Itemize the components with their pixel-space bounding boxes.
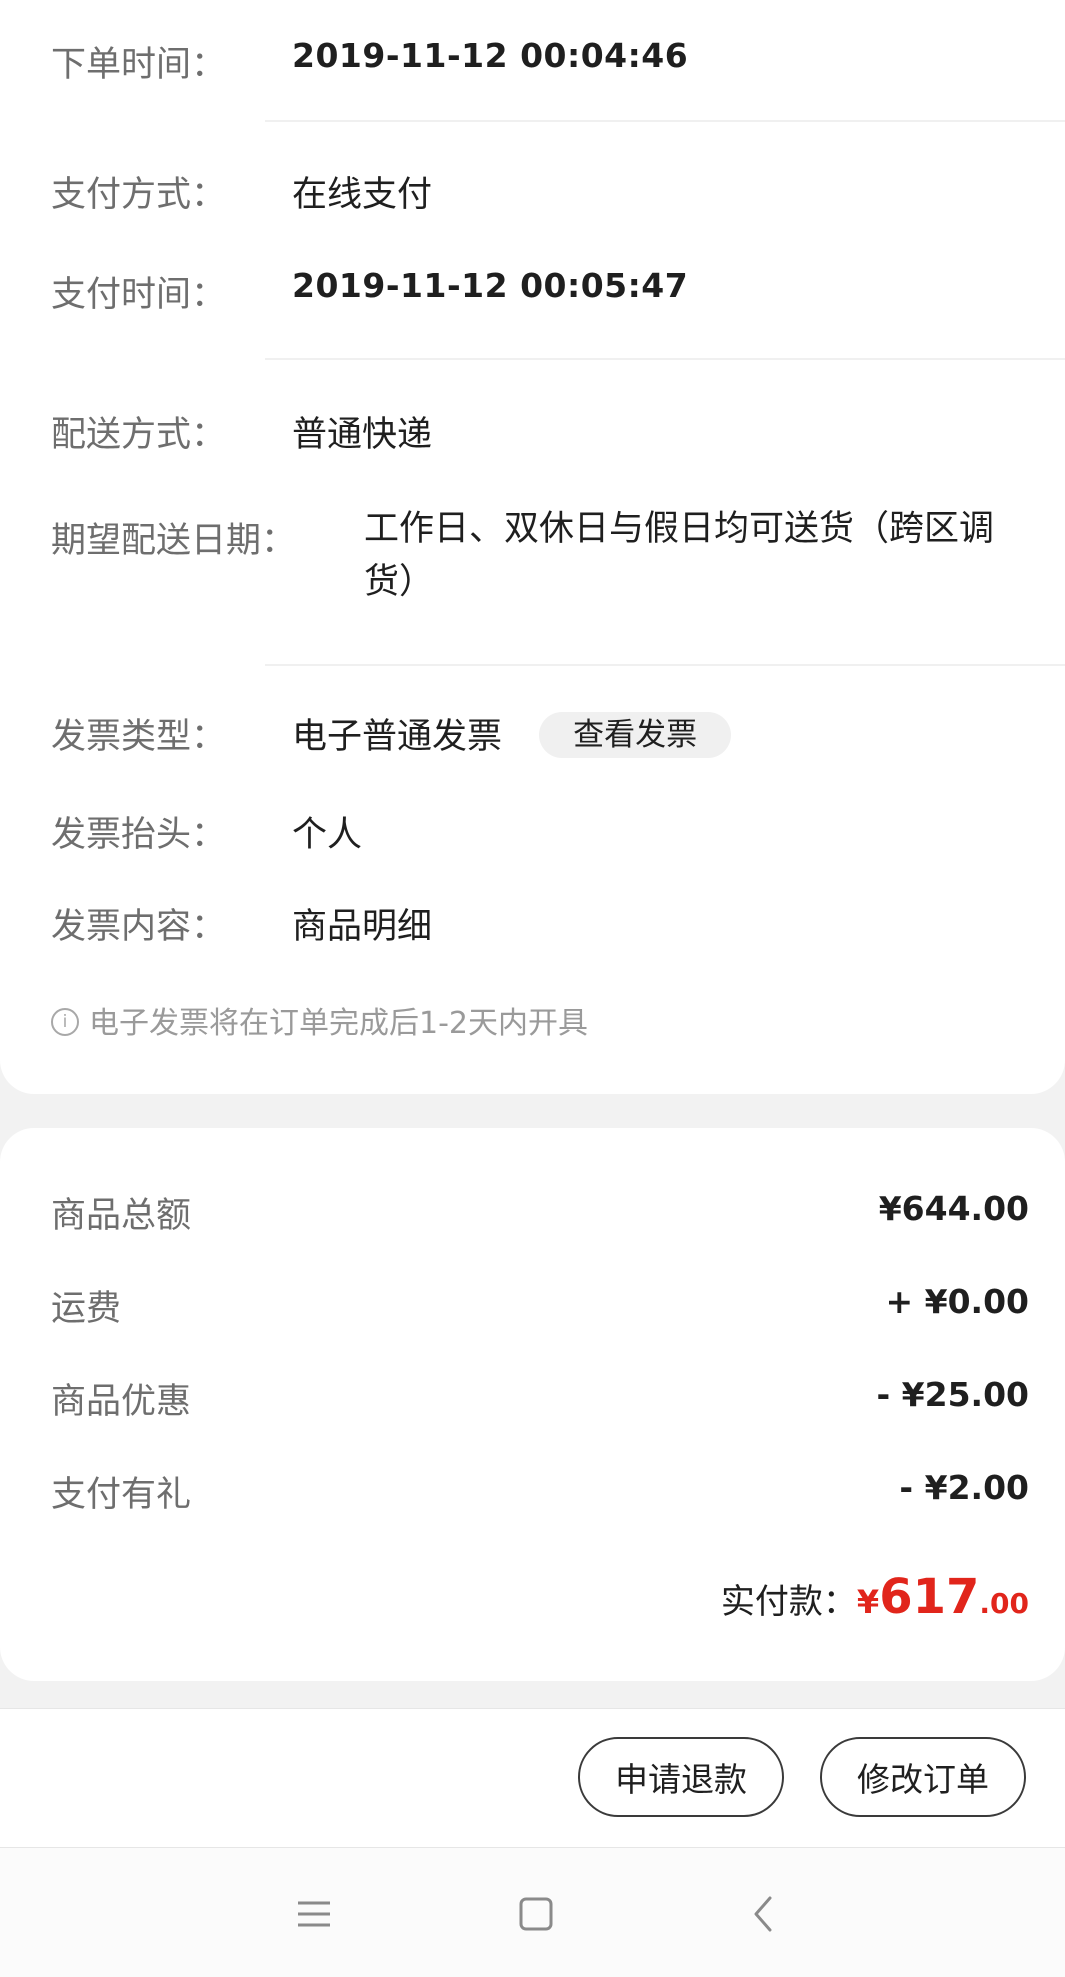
menu-icon[interactable] [288,1888,340,1940]
invoice-note: i 电子发票将在订单完成后1-2天内开具 [51,998,588,1042]
shipping-value: + ¥0.00 [885,1282,1029,1321]
discount-label: 商品优惠 [51,1382,192,1422]
system-navigation-bar [0,1848,1065,1977]
order-time-label: 下单时间： [51,45,227,85]
divider [265,664,1065,666]
expected-delivery-label: 期望配送日期： [51,521,297,561]
invoice-type-value-wrap: 电子普通发票 查看发票 [292,708,732,761]
back-icon[interactable] [738,1888,790,1940]
goods-total-value: ¥644.00 [878,1189,1029,1228]
invoice-content-value: 商品明细 [292,907,433,947]
paid-decimal: .00 [979,1587,1029,1620]
pay-method-label: 支付方式： [51,175,227,215]
invoice-title-label: 发票抬头： [51,815,227,855]
pay-gift-label: 支付有礼 [51,1475,192,1515]
info-icon: i [51,1007,79,1036]
invoice-title-value: 个人 [292,815,363,855]
paid-label: 实付款： [720,1582,857,1622]
expected-delivery-value: 工作日、双休日与假日均可送货（跨区调货） [364,509,995,602]
delivery-method-label: 配送方式： [51,415,227,455]
pay-time-label: 支付时间： [51,275,227,315]
divider [265,120,1065,122]
paid-total: 实付款：¥617.00 [721,1569,1029,1625]
paid-currency: ¥ [856,1583,880,1621]
discount-value: - ¥25.00 [876,1375,1029,1414]
invoice-type-label: 发票类型： [51,717,227,757]
order-action-bar: 申请退款 修改订单 [0,1708,1065,1848]
pay-time-value: 2019-11-12 00:05:47 [292,266,689,305]
pay-gift-value: - ¥2.00 [899,1468,1029,1507]
view-invoice-button[interactable]: 查看发票 [539,712,732,758]
apply-refund-button[interactable]: 申请退款 [578,1737,784,1817]
invoice-type-value: 电子普通发票 [292,717,503,757]
goods-total-label: 商品总额 [51,1196,192,1236]
invoice-note-text: 电子发票将在订单完成后1-2天内开具 [89,1006,588,1041]
home-icon[interactable] [510,1888,562,1940]
delivery-method-value: 普通快递 [292,415,433,455]
order-detail-page: 下单时间： 2019-11-12 00:04:46 支付方式： 在线支付 支付时… [0,0,1065,1977]
invoice-content-label: 发票内容： [51,907,227,947]
pay-method-value: 在线支付 [292,175,433,215]
divider [265,358,1065,360]
order-time-value: 2019-11-12 00:04:46 [292,36,689,75]
shipping-label: 运费 [51,1289,122,1329]
modify-order-button[interactable]: 修改订单 [820,1737,1026,1817]
paid-integer: 617 [879,1569,980,1625]
order-info-card: 下单时间： 2019-11-12 00:04:46 支付方式： 在线支付 支付时… [0,0,1065,1094]
